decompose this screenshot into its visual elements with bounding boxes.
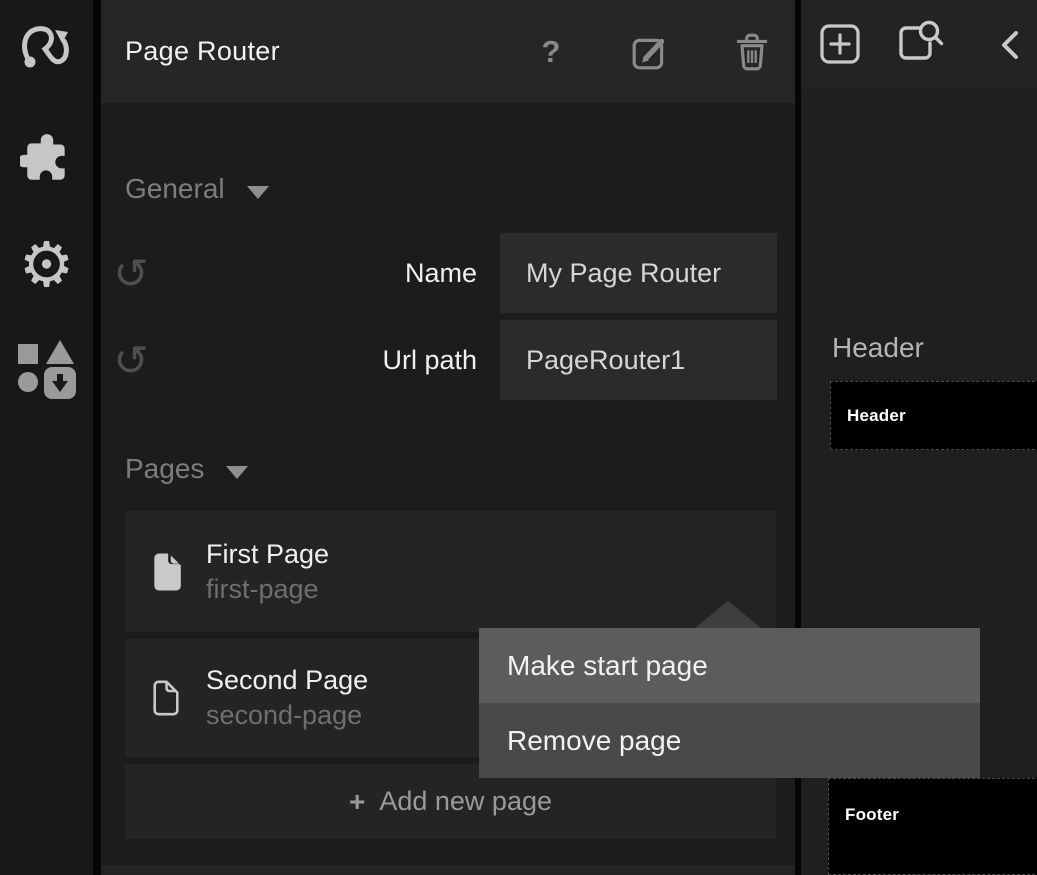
edit-button[interactable] <box>629 0 671 103</box>
menu-item-make-start-page[interactable]: Make start page <box>479 628 980 703</box>
page-search-icon <box>896 20 944 66</box>
name-field-label: Name <box>217 233 477 313</box>
page-item-path: first-page <box>206 572 329 607</box>
name-field[interactable] <box>500 233 777 313</box>
components-panel-header <box>801 0 1037 90</box>
puzzle-icon <box>20 132 74 186</box>
shapes-icon <box>18 340 76 398</box>
square-shape <box>18 344 38 364</box>
chevron-left-icon <box>998 29 1020 61</box>
canvas-header-label: Header <box>832 332 924 364</box>
reset-urlpath-button[interactable]: ↺ <box>107 320 155 400</box>
plus-icon: + <box>349 786 365 818</box>
page-item-title: First Page <box>206 537 329 572</box>
page-filled-icon <box>152 552 182 592</box>
menu-arrow-up-icon <box>695 601 761 628</box>
triangle-shape <box>46 340 74 364</box>
page-outline-icon <box>152 679 180 717</box>
caret-down-icon <box>247 186 269 199</box>
canvas-header-box[interactable]: Header <box>830 381 1037 450</box>
download-shape-icon <box>44 367 76 399</box>
urlpath-field[interactable] <box>500 320 777 400</box>
sidebar-item-components[interactable] <box>0 336 93 402</box>
search-components-button[interactable] <box>896 20 944 66</box>
page-item-title: Second Page <box>206 663 368 698</box>
section-general-toggle[interactable]: General <box>125 168 269 210</box>
canvas-footer-box[interactable]: Footer <box>828 778 1037 875</box>
add-box-icon <box>820 24 860 64</box>
canvas-footer-text: Footer <box>845 805 1037 825</box>
urlpath-field-label: Url path <box>217 320 477 400</box>
edit-icon <box>631 33 669 71</box>
question-mark-icon: ? <box>542 34 561 70</box>
circle-shape <box>18 372 38 392</box>
section-pages-toggle[interactable]: Pages <box>125 448 248 490</box>
add-component-button[interactable] <box>820 24 860 64</box>
page-title: Page Router <box>125 36 280 67</box>
editor-window: ⚙ Page Router ? <box>0 0 1037 875</box>
reset-icon: ↺ <box>113 336 148 385</box>
page-item-text: Second Page second-page <box>206 663 368 733</box>
page-item-text: First Page first-page <box>206 537 329 607</box>
collapse-panel-button[interactable] <box>998 29 1020 61</box>
gear-icon: ⚙ <box>19 230 75 300</box>
sidebar-item-plugins[interactable] <box>0 126 93 192</box>
canvas-header-text: Header <box>847 406 906 426</box>
routes-icon <box>21 20 73 72</box>
next-section-edge <box>101 866 795 875</box>
section-pages-label: Pages <box>125 453 204 485</box>
reset-icon: ↺ <box>113 249 148 298</box>
menu-item-remove-page[interactable]: Remove page <box>479 703 980 778</box>
reset-name-button[interactable]: ↺ <box>107 233 155 313</box>
sidebar-item-settings[interactable]: ⚙ <box>0 228 93 302</box>
page-icon-wrap <box>152 552 182 592</box>
section-general-label: General <box>125 173 225 205</box>
page-context-menu: Make start page Remove page <box>479 628 980 778</box>
help-button[interactable]: ? <box>537 0 565 103</box>
add-new-page-label: Add new page <box>379 786 552 817</box>
page-item-path: second-page <box>206 698 368 733</box>
trash-icon <box>735 32 769 72</box>
page-list-item-first[interactable]: First Page first-page <box>125 511 776 632</box>
delete-button[interactable] <box>733 0 771 103</box>
sidebar-item-routes[interactable] <box>0 12 93 80</box>
page-icon-wrap <box>152 679 182 717</box>
left-sidebar: ⚙ <box>0 0 93 875</box>
caret-down-icon <box>226 466 248 479</box>
panel-header: Page Router ? <box>101 0 795 103</box>
